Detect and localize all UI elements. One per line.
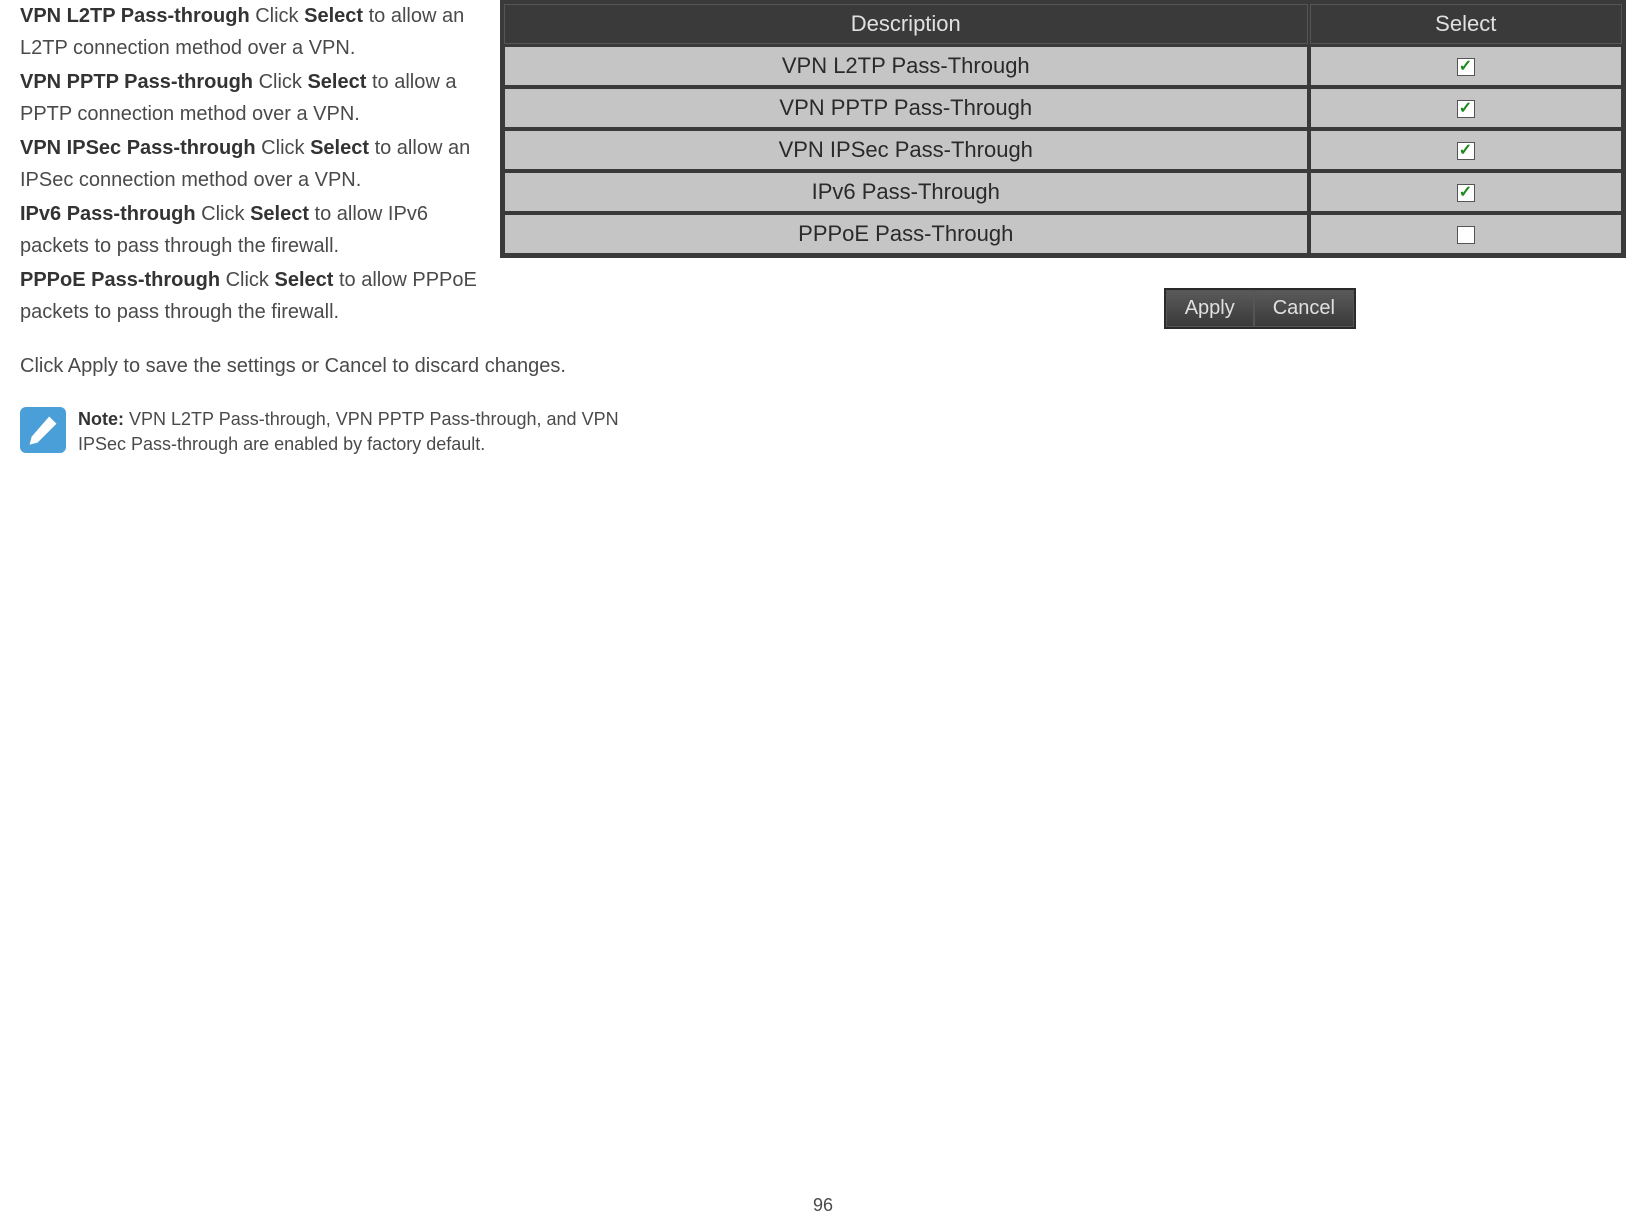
note-icon bbox=[20, 407, 66, 453]
note-block: Note: VPN L2TP Pass-through, VPN PPTP Pa… bbox=[20, 407, 1626, 457]
apply-button[interactable]: Apply bbox=[1166, 290, 1254, 327]
note-text: Note: VPN L2TP Pass-through, VPN PPTP Pa… bbox=[78, 407, 638, 457]
checkbox[interactable] bbox=[1457, 142, 1475, 160]
desc-item: VPN IPSec Pass-through Click Select to a… bbox=[20, 132, 480, 196]
table-row: VPN PPTP Pass-Through bbox=[504, 88, 1622, 128]
table-row: IPv6 Pass-Through bbox=[504, 172, 1622, 212]
desc-item: VPN L2TP Pass-through Click Select to al… bbox=[20, 0, 480, 64]
table-cell-description: VPN PPTP Pass-Through bbox=[504, 88, 1308, 128]
table-row: PPPoE Pass-Through bbox=[504, 214, 1622, 254]
desc-item: PPPoE Pass-through Click Select to allow… bbox=[20, 264, 480, 328]
desc-title: PPPoE Pass-through bbox=[20, 269, 220, 291]
checkbox[interactable] bbox=[1457, 100, 1475, 118]
description-column: VPN L2TP Pass-through Click Select to al… bbox=[20, 0, 480, 330]
desc-title: VPN PPTP Pass-through bbox=[20, 71, 253, 93]
table-row: VPN IPSec Pass-Through bbox=[504, 130, 1622, 170]
table-cell-description: VPN IPSec Pass-Through bbox=[504, 130, 1308, 170]
desc-item: VPN PPTP Pass-through Click Select to al… bbox=[20, 66, 480, 130]
table-header-description: Description bbox=[504, 4, 1308, 44]
checkbox[interactable] bbox=[1457, 58, 1475, 76]
page-number: 96 bbox=[813, 1195, 833, 1216]
apply-cancel-instruction: Click Apply to save the settings or Canc… bbox=[20, 350, 1626, 382]
table-cell-select bbox=[1310, 214, 1622, 254]
table-cell-description: VPN L2TP Pass-Through bbox=[504, 46, 1308, 86]
desc-title: IPv6 Pass-through bbox=[20, 203, 196, 225]
table-cell-select bbox=[1310, 46, 1622, 86]
table-cell-select bbox=[1310, 88, 1622, 128]
table-cell-description: PPPoE Pass-Through bbox=[504, 214, 1308, 254]
desc-item: IPv6 Pass-through Click Select to allow … bbox=[20, 198, 480, 262]
table-row: VPN L2TP Pass-Through bbox=[504, 46, 1622, 86]
passthrough-table: Description Select VPN L2TP Pass-Through… bbox=[500, 0, 1626, 258]
table-header-select: Select bbox=[1310, 4, 1622, 44]
button-group: Apply Cancel bbox=[1164, 288, 1356, 329]
table-cell-description: IPv6 Pass-Through bbox=[504, 172, 1308, 212]
cancel-button[interactable]: Cancel bbox=[1254, 290, 1354, 327]
checkbox[interactable] bbox=[1457, 184, 1475, 202]
desc-title: VPN IPSec Pass-through bbox=[20, 137, 256, 159]
desc-title: VPN L2TP Pass-through bbox=[20, 5, 250, 27]
table-cell-select bbox=[1310, 172, 1622, 212]
checkbox[interactable] bbox=[1457, 226, 1475, 244]
table-cell-select bbox=[1310, 130, 1622, 170]
